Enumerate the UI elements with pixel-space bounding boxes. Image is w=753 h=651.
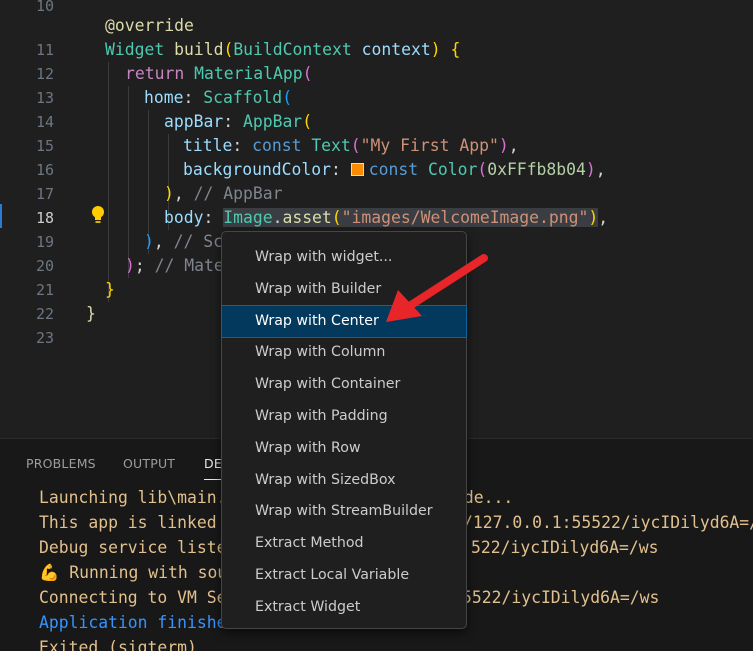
indent-guide bbox=[128, 86, 129, 278]
output-line-tail: /127.0.0.1:55522/iycIDilyd6A=/ bbox=[463, 513, 753, 532]
line-number: 13 bbox=[35, 89, 54, 107]
code-line-13: home: Scaffold( bbox=[144, 88, 293, 107]
refactor-context-menu: Wrap with widget... Wrap with Builder Wr… bbox=[221, 231, 467, 629]
output-line: Connecting to VM Se bbox=[39, 588, 227, 607]
output-line: This app is linked bbox=[39, 513, 217, 532]
menu-item-wrap-with-center[interactable]: Wrap with Center bbox=[221, 304, 467, 339]
code-line-19: ), // Sc bbox=[144, 232, 223, 251]
line-number: 12 bbox=[35, 65, 54, 83]
line-number: 10 bbox=[35, 0, 54, 15]
tab-problems[interactable]: PROBLEMS bbox=[26, 456, 96, 471]
line-number: 21 bbox=[35, 281, 54, 299]
line-number: 22 bbox=[35, 305, 54, 323]
output-line-tail: 522/iycIDilyd6A=/ws bbox=[471, 538, 659, 557]
line-number-active: 18 bbox=[35, 209, 54, 227]
menu-item-wrap-with-column[interactable]: Wrap with Column bbox=[222, 337, 466, 369]
menu-item-wrap-with-padding[interactable]: Wrap with Padding bbox=[222, 401, 466, 433]
output-line: Exited (sigterm) bbox=[39, 638, 197, 651]
line-number: 17 bbox=[35, 185, 54, 203]
output-line: 💪 Running with sou bbox=[39, 563, 228, 582]
lightbulb-icon[interactable] bbox=[90, 205, 106, 225]
code-line-20: ); // Mate bbox=[125, 256, 224, 275]
line-number: 23 bbox=[35, 329, 54, 347]
menu-item-wrap-with-container[interactable]: Wrap with Container bbox=[222, 369, 466, 401]
code-line-12: return MaterialApp( bbox=[125, 64, 313, 83]
code-line-21: } bbox=[105, 280, 115, 299]
menu-item-wrap-with-streambuilder[interactable]: Wrap with StreamBuilder bbox=[222, 496, 466, 528]
code-line-10: @override bbox=[105, 16, 194, 35]
menu-item-wrap-with-sizedbox[interactable]: Wrap with SizedBox bbox=[222, 465, 466, 497]
line-number: 19 bbox=[35, 233, 54, 251]
code-line-14: appBar: AppBar( bbox=[164, 112, 313, 131]
output-line: Application finishe bbox=[39, 613, 227, 632]
code-line-17: ), // AppBar bbox=[164, 184, 283, 203]
line-number: 15 bbox=[35, 137, 54, 155]
indent-guide bbox=[108, 62, 109, 302]
tab-output[interactable]: OUTPUT bbox=[123, 456, 175, 471]
color-swatch[interactable] bbox=[350, 162, 364, 176]
code-line-18: body: Image.asset("images/WelcomeImage.p… bbox=[164, 208, 609, 227]
output-line-tail: 5522/iycIDilyd6A=/ws bbox=[462, 588, 660, 607]
selected-expression[interactable]: Image.asset("images/WelcomeImage.png") bbox=[223, 208, 599, 227]
code-line-22: } bbox=[86, 304, 96, 323]
code-line-16: backgroundColor: const Color(0xFFfb8b04)… bbox=[183, 160, 606, 179]
code-line-15: title: const Text("My First App"), bbox=[183, 136, 519, 155]
code-line-11: Widget build(BuildContext context) { bbox=[105, 40, 461, 59]
menu-item-wrap-with-builder[interactable]: Wrap with Builder bbox=[222, 274, 466, 306]
tab-debug-console[interactable]: DE bbox=[204, 456, 222, 471]
menu-item-extract-method[interactable]: Extract Method bbox=[222, 528, 466, 560]
menu-item-extract-local-variable[interactable]: Extract Local Variable bbox=[222, 560, 466, 592]
menu-item-extract-widget[interactable]: Extract Widget bbox=[222, 592, 466, 624]
output-line: Launching lib\main. bbox=[39, 488, 227, 507]
line-number: 11 bbox=[35, 41, 54, 59]
active-line-indicator bbox=[0, 204, 2, 228]
line-number: 20 bbox=[35, 257, 54, 275]
flexed-biceps-icon: 💪 bbox=[39, 563, 60, 582]
menu-item-wrap-with-widget[interactable]: Wrap with widget... bbox=[222, 242, 466, 274]
line-number: 14 bbox=[35, 113, 54, 131]
menu-item-wrap-with-row[interactable]: Wrap with Row bbox=[222, 433, 466, 465]
output-line: Debug service liste bbox=[39, 538, 227, 557]
line-number: 16 bbox=[35, 161, 54, 179]
